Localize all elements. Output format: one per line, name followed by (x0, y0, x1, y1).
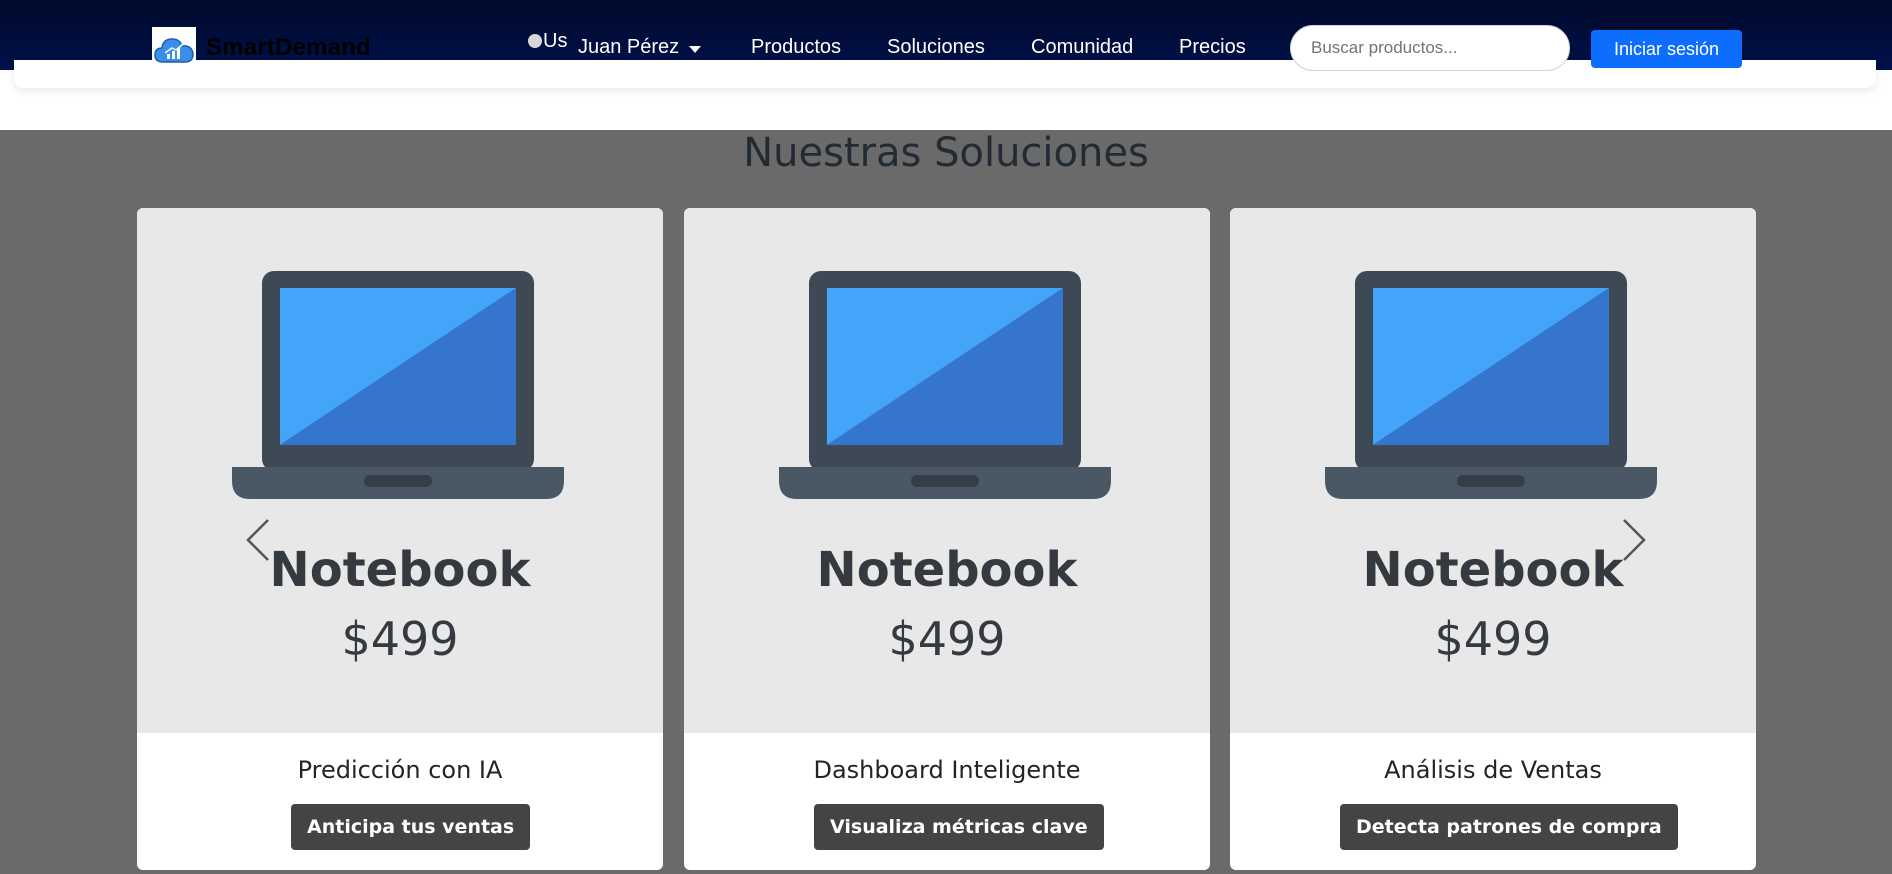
solution-card: Notebook $499 Dashboard Inteligente Visu… (684, 208, 1210, 870)
card-image: Notebook $499 (1230, 208, 1756, 733)
chevron-left-icon[interactable] (244, 518, 272, 562)
brand-name[interactable]: SmartDemand (206, 34, 371, 62)
brand-logo[interactable] (152, 27, 196, 70)
card-action-button[interactable]: Detecta patrones de compra (1340, 804, 1678, 850)
card-title: Predicción con IA (297, 756, 503, 784)
card-action-button[interactable]: Visualiza métricas clave (814, 804, 1104, 850)
nav-link-productos[interactable]: Productos (751, 36, 841, 59)
nav-link-soluciones[interactable]: Soluciones (887, 36, 985, 59)
card-title: Dashboard Inteligente (813, 756, 1081, 784)
cloud-chart-icon (154, 37, 194, 63)
login-button[interactable]: Iniciar sesión (1591, 30, 1742, 68)
user-avatar-alt-text: Us (543, 30, 568, 52)
laptop-icon (1325, 271, 1657, 499)
card-image: Notebook $499 (137, 208, 663, 733)
section-title: Nuestras Soluciones (743, 130, 1149, 176)
card-title: Análisis de Ventas (1384, 756, 1602, 784)
search-input[interactable] (1290, 25, 1570, 71)
nav-link-comunidad[interactable]: Comunidad (1031, 36, 1133, 59)
card-action-button[interactable]: Anticipa tus ventas (291, 804, 531, 850)
product-name: Notebook (816, 542, 1078, 598)
product-price: $499 (1434, 612, 1552, 666)
broken-image-icon (528, 34, 542, 48)
product-name: Notebook (269, 542, 531, 598)
card-image: Notebook $499 (684, 208, 1210, 733)
chevron-right-icon[interactable] (1620, 518, 1648, 562)
user-menu-toggle[interactable]: Juan Pérez (578, 36, 679, 59)
product-price: $499 (888, 612, 1006, 666)
laptop-icon (779, 271, 1111, 499)
product-name: Notebook (1362, 542, 1624, 598)
laptop-icon (232, 271, 564, 499)
product-price: $499 (341, 612, 459, 666)
nav-link-precios[interactable]: Precios (1179, 36, 1246, 59)
user-avatar[interactable]: Us (528, 30, 568, 58)
solution-card: Notebook $499 Análisis de Ventas Detecta… (1230, 208, 1756, 870)
caret-down-icon[interactable] (689, 46, 701, 53)
solution-card: Notebook $499 Predicción con IA Anticipa… (137, 208, 663, 870)
